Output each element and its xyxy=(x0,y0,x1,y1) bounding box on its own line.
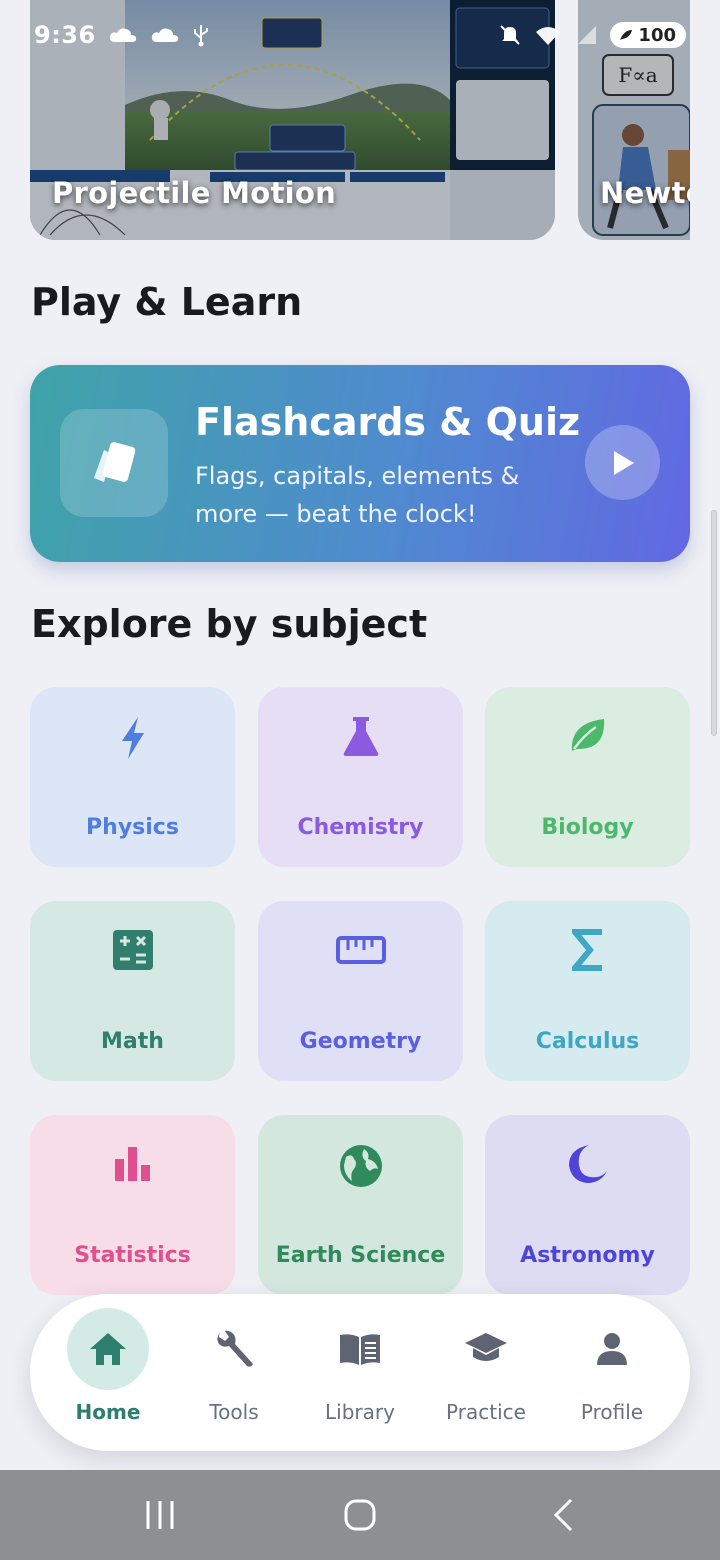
calculator-icon xyxy=(112,930,153,970)
subject-label: Statistics xyxy=(74,1243,191,1268)
topic-card-title: Projectile Motion xyxy=(52,176,337,210)
leaf-icon xyxy=(571,719,604,751)
flashcards-quiz-card[interactable]: Flashcards & Quiz Flags, capitals, eleme… xyxy=(30,365,690,562)
ruler-icon xyxy=(335,936,386,964)
system-navigation-bar xyxy=(0,1470,720,1560)
status-bar: 9:36 100 xyxy=(0,0,720,70)
nav-label: Practice xyxy=(446,1400,526,1424)
book-icon xyxy=(340,1334,380,1365)
play-icon xyxy=(613,450,634,475)
subject-label: Biology xyxy=(541,815,634,840)
home-button[interactable] xyxy=(330,1495,390,1535)
bottom-navigation: Home Tools Library Practice Profile xyxy=(30,1294,690,1451)
promo-subtitle: Flags, capitals, elements & more — beat … xyxy=(195,462,520,528)
nav-icon-wrap xyxy=(445,1308,527,1390)
subject-label: Chemistry xyxy=(297,815,424,840)
nav-icon-wrap xyxy=(193,1308,275,1390)
subject-label: Calculus xyxy=(535,1029,640,1054)
scrollbar[interactable] xyxy=(711,510,717,736)
home-icon xyxy=(90,1333,126,1365)
home-button-icon xyxy=(344,1499,376,1531)
subject-tile-calculus[interactable]: Calculus xyxy=(485,901,690,1081)
nav-icon-wrap xyxy=(571,1308,653,1390)
bar-chart-icon xyxy=(114,1147,150,1181)
subject-tile-math[interactable]: Math xyxy=(30,901,235,1081)
promo-icon-box xyxy=(60,409,168,517)
section-title-play-learn: Play & Learn xyxy=(31,280,303,324)
mute-icon xyxy=(500,25,521,45)
wifi-icon xyxy=(536,27,561,45)
signal-icon xyxy=(578,26,597,44)
play-button[interactable] xyxy=(585,425,660,500)
nav-item-home[interactable]: Home xyxy=(42,1294,174,1451)
subject-tile-biology[interactable]: Biology xyxy=(485,687,690,867)
subject-tile-earth-science[interactable]: Earth Science xyxy=(258,1115,463,1295)
usb-icon xyxy=(193,25,208,47)
section-title-explore: Explore by subject xyxy=(31,602,428,646)
topic-card-title: Newto xyxy=(600,176,690,210)
subject-label: Math xyxy=(101,1029,164,1054)
nav-item-profile[interactable]: Profile xyxy=(546,1294,678,1451)
cloud-icon xyxy=(151,28,178,42)
nav-icon-wrap xyxy=(67,1308,149,1390)
subject-tile-physics[interactable]: Physics xyxy=(30,687,235,867)
nav-label: Tools xyxy=(209,1400,259,1424)
nav-item-library[interactable]: Library xyxy=(294,1294,426,1451)
status-time: 9:36 xyxy=(34,21,96,49)
cards-icon xyxy=(94,442,136,482)
cloud-icon xyxy=(109,28,136,42)
sigma-icon xyxy=(571,929,602,971)
battery-level: 100 xyxy=(638,24,676,46)
battery-saver-icon xyxy=(620,30,633,40)
flask-icon xyxy=(343,717,378,756)
bolt-icon xyxy=(121,717,144,759)
nav-icon-wrap xyxy=(319,1308,401,1390)
battery-indicator: 100 xyxy=(610,22,686,48)
nav-label: Home xyxy=(75,1400,141,1424)
back-icon xyxy=(553,1498,573,1532)
graduation-cap-icon xyxy=(465,1333,507,1361)
moon-icon xyxy=(568,1145,607,1183)
globe-icon xyxy=(339,1145,382,1187)
nav-label: Profile xyxy=(580,1400,644,1424)
subject-label: Physics xyxy=(86,815,179,840)
subject-tile-geometry[interactable]: Geometry xyxy=(258,901,463,1081)
nav-item-tools[interactable]: Tools xyxy=(168,1294,300,1451)
promo-title: Flashcards & Quiz xyxy=(195,400,581,444)
subject-label: Earth Science xyxy=(275,1243,446,1268)
person-icon xyxy=(597,1333,627,1365)
app-screen: Projectile Motion F∝a Newto 9:36 xyxy=(0,0,720,1560)
back-button[interactable] xyxy=(533,1495,593,1535)
subject-tile-chemistry[interactable]: Chemistry xyxy=(258,687,463,867)
nav-label: Library xyxy=(325,1400,395,1424)
subject-tile-statistics[interactable]: Statistics xyxy=(30,1115,235,1295)
subject-label: Astronomy xyxy=(520,1243,655,1268)
wrench-icon xyxy=(217,1330,253,1367)
recents-icon xyxy=(146,1501,174,1529)
recents-button[interactable] xyxy=(130,1495,190,1535)
subject-label: Geometry xyxy=(299,1029,422,1054)
nav-item-practice[interactable]: Practice xyxy=(420,1294,552,1451)
subject-tile-astronomy[interactable]: Astronomy xyxy=(485,1115,690,1295)
